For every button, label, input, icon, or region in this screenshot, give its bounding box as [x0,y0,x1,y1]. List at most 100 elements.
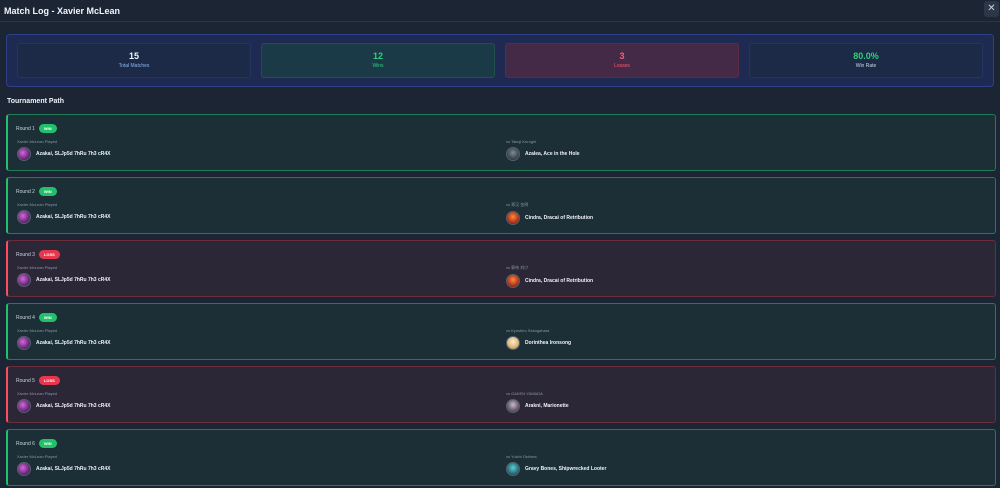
player-side: Xavier McLean Played Azakai, SLJp5d 7hRu… [17,454,110,476]
player-label: Xavier McLean Played [17,139,58,144]
stat-total-matches: 15 Total Matches [17,43,251,78]
opponent-deck: Azalea, Ace in the Hole [506,147,580,161]
hero-avatar [506,211,520,225]
hero-avatar [506,399,520,413]
opponent-label: vs Kyoshiro Sekogahara [506,328,550,333]
hero-avatar [17,273,31,287]
round-label: Round 5 [16,377,35,384]
player-side: Xavier McLean Played Azakai, SLJp5d 7hRu… [17,202,110,224]
opponent-label: vs GAKEN YAMADA [506,391,543,396]
opponent-side: vs Kyoshiro Sekogahara Dorinthea Ironson… [506,328,571,350]
stat-label: Win Rate [855,63,877,69]
round-header: Round 5 LOSS [16,376,60,385]
modal-header: Match Log - Xavier McLean ✕ [0,0,1000,22]
round-label: Round 4 [16,314,35,321]
stat-win-rate: 80.0% Win Rate [749,43,983,78]
player-label: Xavier McLean Played [17,265,58,270]
player-deck-name: Azakai, SLJp5d 7hRu 7h3 cR4X [36,466,111,472]
stat-wins: 12 Wins [261,43,495,78]
round-card[interactable]: Round 5 LOSS Xavier McLean Played Azakai… [6,366,996,423]
opponent-label: vs Takuji Kurogiri [506,139,537,144]
hero-avatar [17,462,31,476]
round-label: Round 1 [16,125,35,132]
stat-value: 3 [619,51,625,61]
opponent-deck-name: Dorinthea Ironsong [525,340,572,346]
rounds-list: Round 1 WIN Xavier McLean Played Azakai,… [6,114,996,488]
hero-avatar [506,147,520,161]
round-header: Round 2 WIN [16,187,57,196]
round-header: Round 4 WIN [16,313,57,322]
opponent-deck: Cindra, Dracai of Retribution [506,274,593,288]
stat-value: 15 [128,51,139,61]
round-label: Round 6 [16,440,35,447]
stat-label: Total Matches [118,63,150,69]
opponent-side: vs Takuji Kurogiri Azalea, Ace in the Ho… [506,139,580,161]
opponent-side: vs GAKEN YAMADA Arakni, Marionette [506,391,569,413]
player-label: Xavier McLean Played [17,391,58,396]
hero-avatar [506,274,520,288]
hero-avatar [506,336,520,350]
stat-label: Wins [372,63,384,69]
opponent-label: vs Yuichi Oshima [506,454,537,459]
opponent-deck: Dorinthea Ironsong [506,336,571,350]
opponent-deck: Arakni, Marionette [506,399,569,413]
opponent-side: vs 郑汉 金明 Cindra, Dracai of Retribution [506,202,593,225]
round-card[interactable]: Round 2 WIN Xavier McLean Played Azakai,… [6,177,996,234]
player-label: Xavier McLean Played [17,202,58,207]
hero-avatar [17,210,31,224]
player-deck: Azakai, SLJp5d 7hRu 7h3 cR4X [17,273,110,287]
hero-avatar [17,147,31,161]
close-icon: ✕ [987,3,996,14]
stat-label: Losses [614,63,630,69]
round-header: Round 1 WIN [16,124,57,133]
round-header: Round 3 LOSS [16,250,60,259]
opponent-deck-name: Cindra, Dracai of Retribution [525,278,594,284]
opponent-label: vs 郑汉 金明 [506,202,529,207]
result-badge: WIN [38,187,57,196]
player-label: Xavier McLean Played [17,328,58,333]
opponent-label: vs 郭伟 刘け [506,265,529,270]
result-badge: LOSS [38,376,60,385]
stats-panel: 15 Total Matches 12 Wins 3 Losses 80.0% … [6,34,994,87]
section-title: Tournament Path [7,98,65,105]
player-deck-name: Azakai, SLJp5d 7hRu 7h3 cR4X [36,277,111,283]
round-card[interactable]: Round 1 WIN Xavier McLean Played Azakai,… [6,114,996,171]
opponent-deck: Gravy Bones, Shipwrecked Looter [506,462,606,476]
modal-title: Match Log - Xavier McLean [4,5,121,16]
player-deck-name: Azakai, SLJp5d 7hRu 7h3 cR4X [36,403,111,409]
result-badge: WIN [38,439,57,448]
player-deck: Azakai, SLJp5d 7hRu 7h3 cR4X [17,399,110,413]
stat-losses: 3 Losses [505,43,739,78]
player-deck: Azakai, SLJp5d 7hRu 7h3 cR4X [17,336,110,350]
hero-avatar [17,399,31,413]
player-side: Xavier McLean Played Azakai, SLJp5d 7hRu… [17,265,110,287]
player-deck: Azakai, SLJp5d 7hRu 7h3 cR4X [17,210,110,224]
result-badge: WIN [38,313,57,322]
opponent-deck-name: Azalea, Ace in the Hole [525,151,580,157]
player-deck: Azakai, SLJp5d 7hRu 7h3 cR4X [17,147,110,161]
round-card[interactable]: Round 6 WIN Xavier McLean Played Azakai,… [6,429,996,486]
opponent-deck-name: Arakni, Marionette [525,403,569,409]
player-side: Xavier McLean Played Azakai, SLJp5d 7hRu… [17,391,110,413]
round-header: Round 6 WIN [16,439,57,448]
player-deck: Azakai, SLJp5d 7hRu 7h3 cR4X [17,462,110,476]
round-label: Round 3 [16,251,35,258]
stat-value: 12 [372,51,383,61]
player-side: Xavier McLean Played Azakai, SLJp5d 7hRu… [17,139,110,161]
opponent-side: vs 郭伟 刘け Cindra, Dracai of Retribution [506,265,593,288]
result-badge: LOSS [38,250,60,259]
result-badge: WIN [38,124,57,133]
close-button[interactable]: ✕ [984,1,999,17]
player-deck-name: Azakai, SLJp5d 7hRu 7h3 cR4X [36,151,111,157]
opponent-deck-name: Gravy Bones, Shipwrecked Looter [525,466,607,472]
stat-value: 80.0% [853,51,879,61]
round-card[interactable]: Round 4 WIN Xavier McLean Played Azakai,… [6,303,996,360]
player-deck-name: Azakai, SLJp5d 7hRu 7h3 cR4X [36,214,111,220]
opponent-deck: Cindra, Dracai of Retribution [506,211,593,225]
opponent-deck-name: Cindra, Dracai of Retribution [525,215,594,221]
player-deck-name: Azakai, SLJp5d 7hRu 7h3 cR4X [36,340,111,346]
player-label: Xavier McLean Played [17,454,58,459]
round-card[interactable]: Round 3 LOSS Xavier McLean Played Azakai… [6,240,996,297]
player-side: Xavier McLean Played Azakai, SLJp5d 7hRu… [17,328,110,350]
hero-avatar [17,336,31,350]
